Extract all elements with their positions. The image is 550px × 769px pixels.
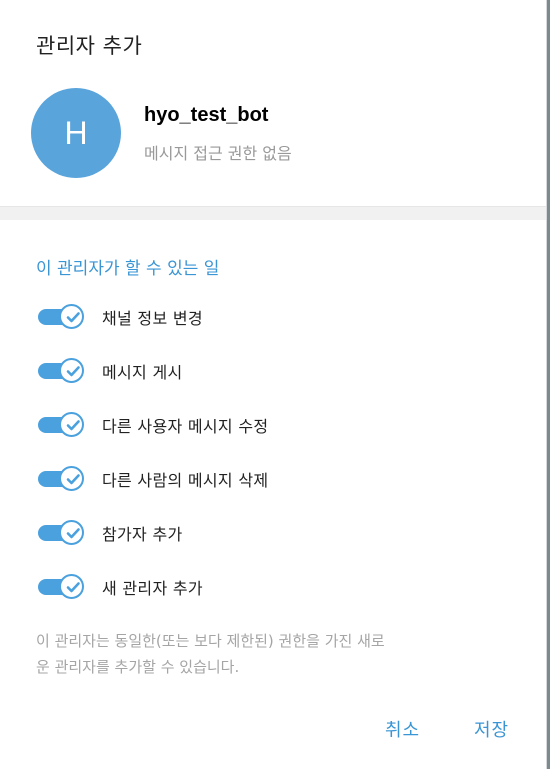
permission-label: 다른 사람의 메시지 삭제 bbox=[102, 471, 269, 490]
check-icon bbox=[66, 420, 80, 431]
save-button[interactable]: 저장 bbox=[474, 716, 509, 742]
permission-row-delete-messages[interactable]: 다른 사람의 메시지 삭제 bbox=[38, 465, 268, 493]
bot-status: 메시지 접근 권한 없음 bbox=[144, 144, 292, 163]
check-icon bbox=[66, 312, 80, 323]
permission-label: 참가자 추가 bbox=[102, 525, 183, 544]
check-icon bbox=[66, 366, 80, 377]
permission-label: 새 관리자 추가 bbox=[102, 579, 203, 598]
permissions-hint: 이 관리자는 동일한(또는 보다 제한된) 권한을 가진 새로 운 관리자를 추… bbox=[36, 628, 516, 680]
check-icon bbox=[66, 582, 80, 593]
section-divider bbox=[0, 206, 546, 220]
hint-line: 이 관리자는 동일한(또는 보다 제한된) 권한을 가진 새로 bbox=[36, 632, 385, 650]
check-icon bbox=[66, 528, 80, 539]
permission-row-post-messages[interactable]: 메시지 게시 bbox=[38, 357, 183, 385]
bot-name: hyo_test_bot bbox=[144, 104, 269, 126]
dialog-title: 관리자 추가 bbox=[36, 34, 143, 58]
add-admin-dialog: 관리자 추가 H hyo_test_bot 메시지 접근 권한 없음 이 관리자… bbox=[0, 0, 547, 769]
permission-row-edit-messages[interactable]: 다른 사용자 메시지 수정 bbox=[38, 411, 268, 439]
permission-label: 다른 사용자 메시지 수정 bbox=[102, 417, 269, 436]
permission-toggle[interactable] bbox=[38, 411, 86, 439]
permission-label: 메시지 게시 bbox=[102, 363, 183, 382]
permission-toggle[interactable] bbox=[38, 303, 86, 331]
permissions-section-title: 이 관리자가 할 수 있는 일 bbox=[36, 259, 220, 279]
permission-toggle[interactable] bbox=[38, 465, 86, 493]
permission-toggle[interactable] bbox=[38, 573, 86, 601]
permission-label: 채널 정보 변경 bbox=[102, 309, 203, 328]
cancel-button[interactable]: 취소 bbox=[385, 716, 420, 742]
permission-row-change-channel-info[interactable]: 채널 정보 변경 bbox=[38, 303, 203, 331]
permission-row-add-admins[interactable]: 새 관리자 추가 bbox=[38, 573, 203, 601]
bot-avatar: H bbox=[31, 88, 121, 178]
permission-row-add-members[interactable]: 참가자 추가 bbox=[38, 519, 183, 547]
hint-line: 운 관리자를 추가할 수 있습니다. bbox=[36, 658, 240, 676]
permission-toggle[interactable] bbox=[38, 357, 86, 385]
check-icon bbox=[66, 474, 80, 485]
permission-toggle[interactable] bbox=[38, 519, 86, 547]
